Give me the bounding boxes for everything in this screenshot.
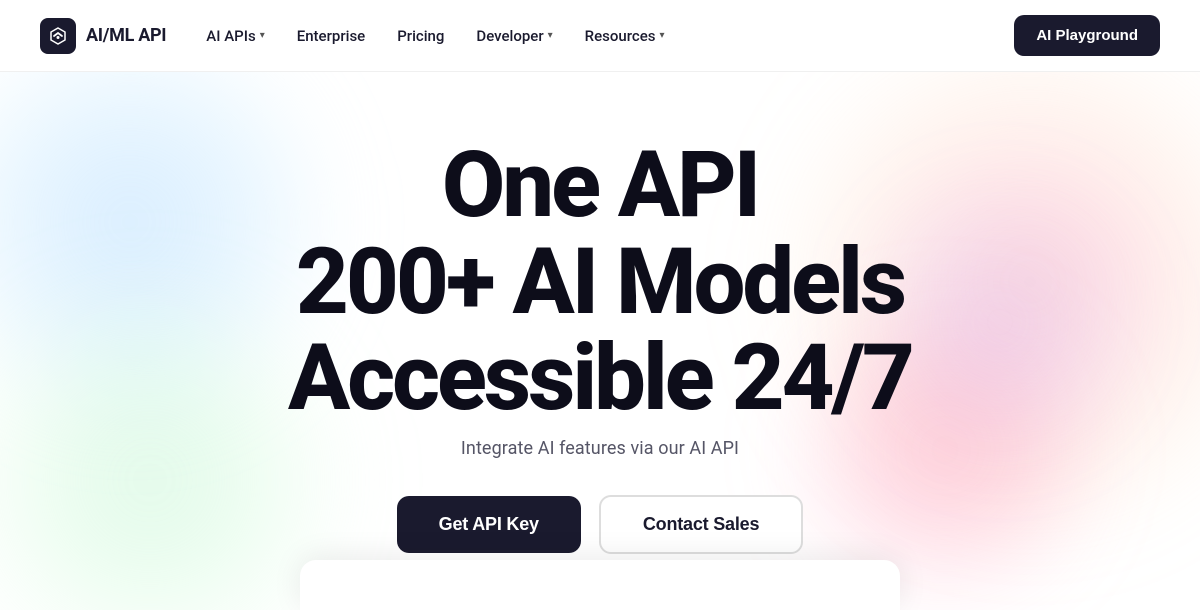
hero-content: One API 200+ AI Models Accessible 24/7 I… [288, 138, 912, 554]
navbar: AI/ML API AI APIs ▾ Enterprise Pricing D… [0, 0, 1200, 72]
nav-links: AI APIs ▾ Enterprise Pricing Developer ▾… [206, 27, 664, 45]
hero-title: One API 200+ AI Models Accessible 24/7 [288, 138, 912, 428]
get-api-key-button[interactable]: Get API Key [397, 496, 581, 553]
nav-item-resources[interactable]: Resources ▾ [585, 27, 665, 45]
ai-playground-button[interactable]: AI Playground [1014, 15, 1160, 56]
logo-icon [40, 18, 76, 54]
hero-section: One API 200+ AI Models Accessible 24/7 I… [0, 72, 1200, 610]
chevron-down-icon: ▾ [548, 30, 553, 41]
nav-item-enterprise[interactable]: Enterprise [297, 27, 365, 45]
logo-area[interactable]: AI/ML API [40, 18, 166, 54]
hero-title-line1: One API [442, 132, 758, 239]
hero-title-line2: 200+ AI Models [296, 229, 904, 336]
contact-sales-button[interactable]: Contact Sales [599, 495, 803, 554]
nav-item-pricing[interactable]: Pricing [397, 27, 444, 45]
nav-item-ai-apis[interactable]: AI APIs ▾ [206, 27, 264, 45]
nav-item-developer[interactable]: Developer ▾ [476, 27, 552, 45]
chevron-down-icon: ▾ [260, 30, 265, 41]
hero-subtitle: Integrate AI features via our AI API [461, 438, 739, 459]
navbar-left: AI/ML API AI APIs ▾ Enterprise Pricing D… [40, 18, 665, 54]
bottom-card-hint [300, 560, 900, 610]
hero-title-line3: Accessible 24/7 [288, 325, 912, 432]
logo-text: AI/ML API [86, 25, 166, 46]
chevron-down-icon: ▾ [659, 30, 664, 41]
hero-buttons: Get API Key Contact Sales [397, 495, 804, 554]
